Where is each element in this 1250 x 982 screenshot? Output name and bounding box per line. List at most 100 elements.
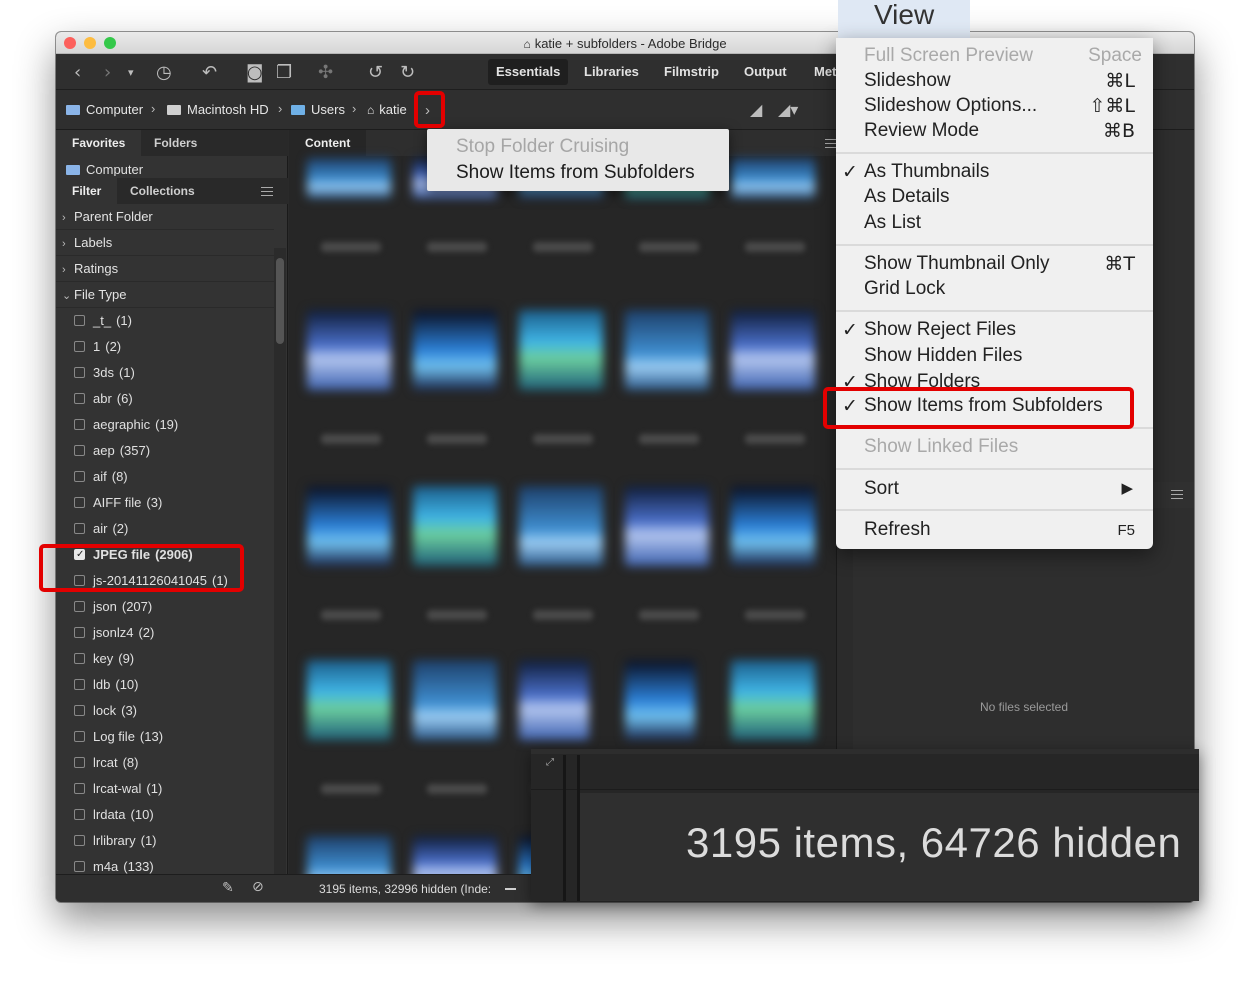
thumbnail[interactable] <box>625 310 709 390</box>
thumbnail[interactable] <box>731 486 815 566</box>
file-type-row[interactable]: lrdata (10) <box>74 802 154 828</box>
thumbnail[interactable] <box>307 486 391 566</box>
menu-slideshow[interactable]: Slideshow <box>864 70 951 92</box>
crumb-computer[interactable]: Computer <box>66 102 143 117</box>
pin-icon[interactable]: ✎ <box>222 880 234 896</box>
show-items-from-subfolders-item[interactable]: Show Items from Subfolders <box>456 162 695 184</box>
thumbnail[interactable] <box>519 310 603 390</box>
tab-collections[interactable]: Collections <box>114 178 211 204</box>
file-type-checkbox[interactable] <box>74 419 85 430</box>
file-type-row[interactable]: 1 (2) <box>74 334 121 360</box>
thumbnail[interactable] <box>307 310 391 390</box>
file-type-row[interactable]: air (2) <box>74 516 128 542</box>
file-type-checkbox[interactable] <box>74 445 85 456</box>
file-type-row[interactable]: lrlibrary (1) <box>74 828 157 854</box>
file-type-row[interactable]: aegraphic (19) <box>74 412 178 438</box>
file-type-checkbox[interactable] <box>74 497 85 508</box>
tab-folders[interactable]: Folders <box>138 130 213 156</box>
rotate-right-icon[interactable]: ↻ <box>400 62 415 83</box>
filter-section-labels[interactable]: › Labels <box>56 230 274 256</box>
menu-as-thumbnails[interactable]: As Thumbnails <box>864 161 989 183</box>
file-type-row[interactable]: 3ds (1) <box>74 360 135 386</box>
tab-filter[interactable]: Filter <box>56 178 118 204</box>
file-type-row[interactable]: Log file (13) <box>74 724 163 750</box>
file-type-checkbox[interactable] <box>74 653 85 664</box>
menu-show-reject-files[interactable]: Show Reject Files <box>864 319 1016 341</box>
file-type-row[interactable]: aif (8) <box>74 464 128 490</box>
file-type-row[interactable]: lock (3) <box>74 698 137 724</box>
thumbnail[interactable] <box>413 310 497 390</box>
file-type-checkbox[interactable] <box>74 731 85 742</box>
stop-folder-cruising-item[interactable]: Stop Folder Cruising <box>456 136 629 158</box>
tab-content[interactable]: Content <box>289 130 367 156</box>
file-type-checkbox[interactable] <box>74 471 85 482</box>
filter-section-parent-folder[interactable]: › Parent Folder <box>56 204 274 230</box>
recent-dropdown-icon[interactable]: ▾ <box>128 66 134 79</box>
file-type-checkbox[interactable] <box>74 835 85 846</box>
file-type-row[interactable]: lrcat (8) <box>74 750 138 776</box>
file-type-checkbox[interactable] <box>74 861 85 872</box>
filter-rating-icon[interactable]: ◢▾ <box>778 100 798 119</box>
file-type-row[interactable]: AIFF file (3) <box>74 490 162 516</box>
thumbnail[interactable] <box>519 660 589 740</box>
filter-section-file-type[interactable]: ⌄ File Type <box>56 282 274 308</box>
forward-icon[interactable]: › <box>104 62 111 83</box>
thumbnail[interactable] <box>625 486 709 566</box>
menu-as-list[interactable]: As List <box>864 212 921 234</box>
rotate-left-icon[interactable]: ↺ <box>368 62 383 83</box>
file-type-checkbox[interactable] <box>74 627 85 638</box>
menu-show-linked-files[interactable]: Show Linked Files <box>864 436 1018 458</box>
crumb-macintosh-hd[interactable]: Macintosh HD <box>167 102 269 117</box>
sort-quality-icon[interactable]: ◢ <box>750 100 762 119</box>
thumbnail[interactable] <box>731 158 815 198</box>
metadata-menu-icon[interactable] <box>1171 490 1183 499</box>
refine-icon[interactable]: ❐ <box>276 62 292 83</box>
sync-icon[interactable]: ✣ <box>318 62 333 83</box>
menu-full-screen-preview[interactable]: Full Screen Preview <box>864 45 1033 67</box>
workspace-essentials[interactable]: Essentials <box>488 59 569 85</box>
panel-menu-icon[interactable] <box>261 187 273 196</box>
thumbnail[interactable] <box>731 310 815 390</box>
recent-files-icon[interactable]: ◷ <box>156 62 172 83</box>
clear-filter-icon[interactable]: ⊘ <box>252 879 264 895</box>
file-type-checkbox[interactable] <box>74 809 85 820</box>
thumbnail[interactable] <box>519 486 603 566</box>
file-type-row[interactable]: m4a (133) <box>74 854 154 874</box>
file-type-row[interactable]: abr (6) <box>74 386 133 412</box>
thumbnail[interactable] <box>731 660 815 740</box>
menu-show-hidden-files[interactable]: Show Hidden Files <box>864 345 1022 367</box>
workspace-output[interactable]: Output <box>736 59 795 85</box>
menu-sort[interactable]: Sort <box>864 478 899 500</box>
crumb-users[interactable]: Users <box>291 102 345 117</box>
filter-section-ratings[interactable]: › Ratings <box>56 256 274 282</box>
file-type-checkbox[interactable] <box>74 367 85 378</box>
file-type-checkbox[interactable] <box>74 341 85 352</box>
crumb-katie[interactable]: ⌂ katie <box>367 102 407 117</box>
file-type-checkbox[interactable] <box>74 705 85 716</box>
thumbnail[interactable] <box>307 158 391 198</box>
file-type-checkbox[interactable] <box>74 757 85 768</box>
file-type-row[interactable]: jsonlz4 (2) <box>74 620 154 646</box>
file-type-row[interactable]: lrcat-wal (1) <box>74 776 162 802</box>
file-type-checkbox[interactable] <box>74 679 85 690</box>
file-type-checkbox[interactable] <box>74 523 85 534</box>
file-type-checkbox[interactable] <box>74 601 85 612</box>
workspace-filmstrip[interactable]: Filmstrip <box>656 59 727 85</box>
file-type-row[interactable]: aep (357) <box>74 438 150 464</box>
menu-review-mode[interactable]: Review Mode <box>864 120 979 142</box>
tab-favorites[interactable]: Favorites <box>56 130 142 156</box>
view-menu-title[interactable]: View <box>838 0 970 38</box>
favorites-item-computer[interactable]: Computer <box>66 162 143 176</box>
menu-refresh[interactable]: Refresh <box>864 519 931 541</box>
zoom-out-icon[interactable] <box>505 888 516 890</box>
menu-show-folders-row[interactable]: ✓ Show Folders <box>836 371 1153 387</box>
thumbnail[interactable] <box>413 660 497 740</box>
return-to-app-icon[interactable]: ↶ <box>202 62 217 83</box>
file-type-row[interactable]: _t_ (1) <box>74 308 132 334</box>
menu-as-details[interactable]: As Details <box>864 186 950 208</box>
thumbnail[interactable] <box>307 660 391 740</box>
file-type-checkbox[interactable] <box>74 393 85 404</box>
workspace-libraries[interactable]: Libraries <box>576 59 647 85</box>
camera-import-icon[interactable]: ◙ <box>246 62 263 83</box>
left-scrollbar[interactable] <box>274 248 286 900</box>
